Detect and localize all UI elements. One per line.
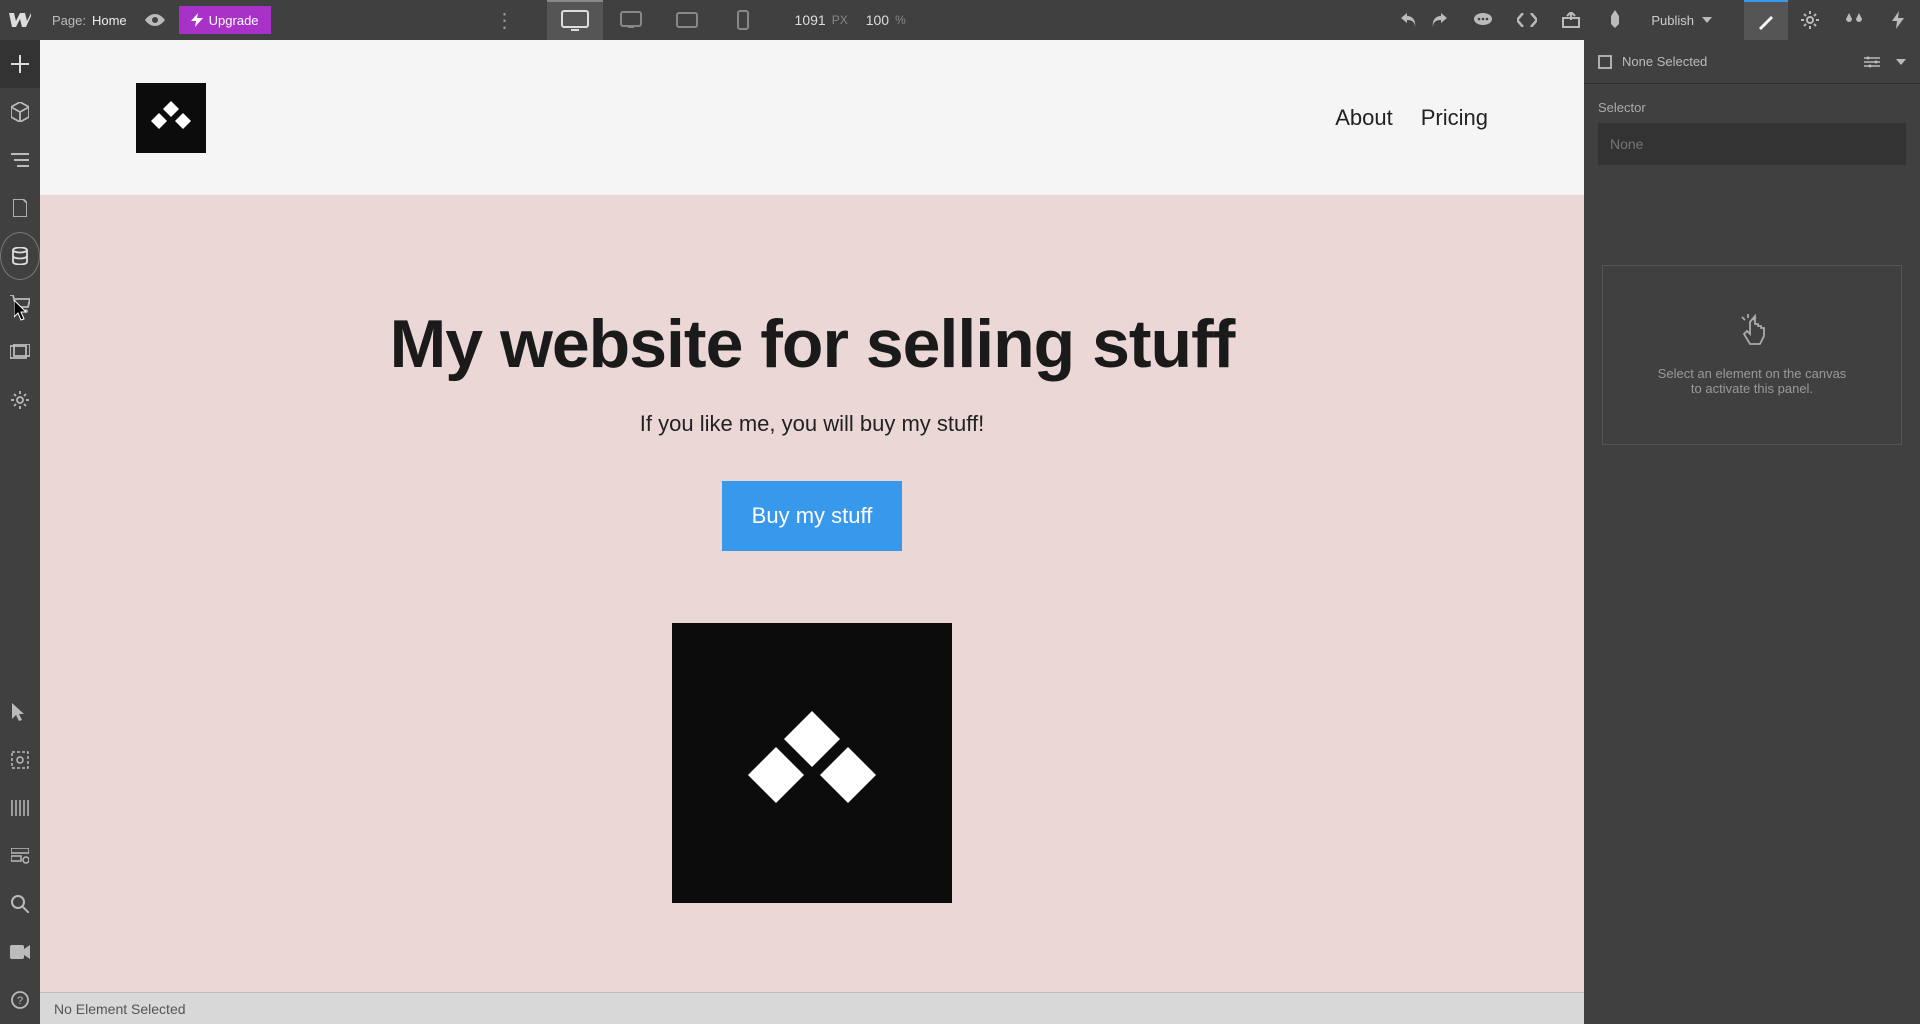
canvas-width-unit: PX bbox=[832, 13, 848, 27]
selection-text: None Selected bbox=[1622, 54, 1707, 69]
navigator-icon[interactable] bbox=[0, 136, 40, 184]
hero-cta-button[interactable]: Buy my stuff bbox=[722, 481, 903, 551]
click-hand-icon bbox=[1738, 314, 1766, 346]
interactions-tab-bolt-icon[interactable] bbox=[1876, 0, 1920, 40]
page-label: Page: bbox=[40, 13, 92, 28]
canvas-zoom-value[interactable]: 100 bbox=[866, 12, 889, 28]
hero-heading[interactable]: My website for selling stuff bbox=[80, 305, 1544, 383]
upgrade-button[interactable]: Upgrade bbox=[179, 6, 271, 34]
no-selection-hint: Select an element on the canvas to activ… bbox=[1658, 366, 1847, 396]
viewport-tablet-icon[interactable] bbox=[603, 0, 659, 40]
viewport-tablet-landscape-icon[interactable] bbox=[659, 0, 715, 40]
audit-icon[interactable] bbox=[0, 832, 40, 880]
canvas-zoom-unit: % bbox=[895, 13, 906, 27]
nav-links: About Pricing bbox=[1335, 105, 1488, 131]
svg-text:?: ? bbox=[17, 995, 23, 1007]
publish-label: Publish bbox=[1651, 13, 1694, 28]
topbar-right: Publish bbox=[1387, 0, 1920, 40]
nav-link-pricing[interactable]: Pricing bbox=[1421, 105, 1488, 131]
bolt-icon bbox=[191, 13, 203, 27]
top-toolbar: Page: Home Upgrade ⋮ 1091 PX 100 % Publi… bbox=[0, 0, 1920, 40]
design-canvas[interactable]: About Pricing My website for selling stu… bbox=[40, 40, 1584, 992]
style-tab-brush-icon[interactable] bbox=[1744, 0, 1788, 40]
publish-button[interactable]: Publish bbox=[1637, 13, 1726, 28]
xray-icon[interactable] bbox=[0, 736, 40, 784]
search-icon[interactable] bbox=[0, 880, 40, 928]
brand-logo[interactable] bbox=[136, 83, 206, 153]
hero-image[interactable] bbox=[672, 623, 952, 903]
cms-database-icon[interactable] bbox=[0, 232, 40, 280]
help-icon[interactable]: ? bbox=[0, 976, 40, 1024]
site-preview: About Pricing My website for selling stu… bbox=[40, 40, 1584, 992]
viewport-desktop-icon[interactable] bbox=[547, 0, 603, 40]
canvas-dimensions: 1091 PX 100 % bbox=[795, 12, 906, 28]
mouse-cursor bbox=[14, 300, 30, 322]
assets-images-icon[interactable] bbox=[0, 328, 40, 376]
code-icon[interactable] bbox=[1505, 0, 1549, 40]
no-selection-card: Select an element on the canvas to activ… bbox=[1602, 265, 1902, 445]
left-sidebar: ? bbox=[0, 40, 40, 1024]
pages-icon[interactable] bbox=[0, 184, 40, 232]
upgrade-label: Upgrade bbox=[209, 13, 259, 28]
more-menu-icon[interactable]: ⋮ bbox=[481, 8, 529, 33]
guides-icon[interactable] bbox=[0, 784, 40, 832]
style-panel: None Selected Selector Select an element… bbox=[1584, 40, 1920, 1024]
sliders-icon[interactable] bbox=[1864, 56, 1880, 68]
chevron-down-icon bbox=[1702, 17, 1712, 23]
panel-tab-group bbox=[1744, 0, 1920, 40]
selector-input[interactable] bbox=[1598, 123, 1906, 165]
symbols-cube-icon[interactable] bbox=[0, 88, 40, 136]
status-text: No Element Selected bbox=[54, 1001, 186, 1017]
export-icon[interactable] bbox=[1549, 0, 1593, 40]
page-name[interactable]: Home bbox=[92, 13, 137, 28]
video-icon[interactable] bbox=[0, 928, 40, 976]
hero-section[interactable]: My website for selling stuff If you like… bbox=[40, 195, 1584, 992]
redo-icon[interactable] bbox=[1417, 0, 1461, 40]
status-bar: No Element Selected bbox=[40, 992, 1584, 1024]
site-navbar[interactable]: About Pricing bbox=[40, 40, 1584, 195]
canvas-width-value[interactable]: 1091 bbox=[795, 12, 826, 28]
add-element-icon[interactable] bbox=[0, 40, 40, 88]
webflow-logo[interactable] bbox=[0, 0, 40, 40]
selection-box-icon bbox=[1598, 55, 1612, 69]
cursor-tool-icon[interactable] bbox=[0, 688, 40, 736]
rocket-icon[interactable] bbox=[1593, 0, 1637, 40]
selection-header: None Selected bbox=[1584, 40, 1920, 84]
settings-tab-gear-icon[interactable] bbox=[1788, 0, 1832, 40]
selector-label: Selector bbox=[1584, 84, 1920, 123]
preview-eye-icon[interactable] bbox=[137, 0, 173, 40]
viewport-switcher bbox=[547, 0, 771, 40]
hero-subtext[interactable]: If you like me, you will buy my stuff! bbox=[80, 411, 1544, 437]
viewport-mobile-icon[interactable] bbox=[715, 0, 771, 40]
comments-icon[interactable] bbox=[1461, 0, 1505, 40]
style-manager-droplets-icon[interactable] bbox=[1832, 0, 1876, 40]
chevron-down-icon[interactable] bbox=[1896, 59, 1906, 65]
nav-link-about[interactable]: About bbox=[1335, 105, 1393, 131]
settings-gear-icon[interactable] bbox=[0, 376, 40, 424]
